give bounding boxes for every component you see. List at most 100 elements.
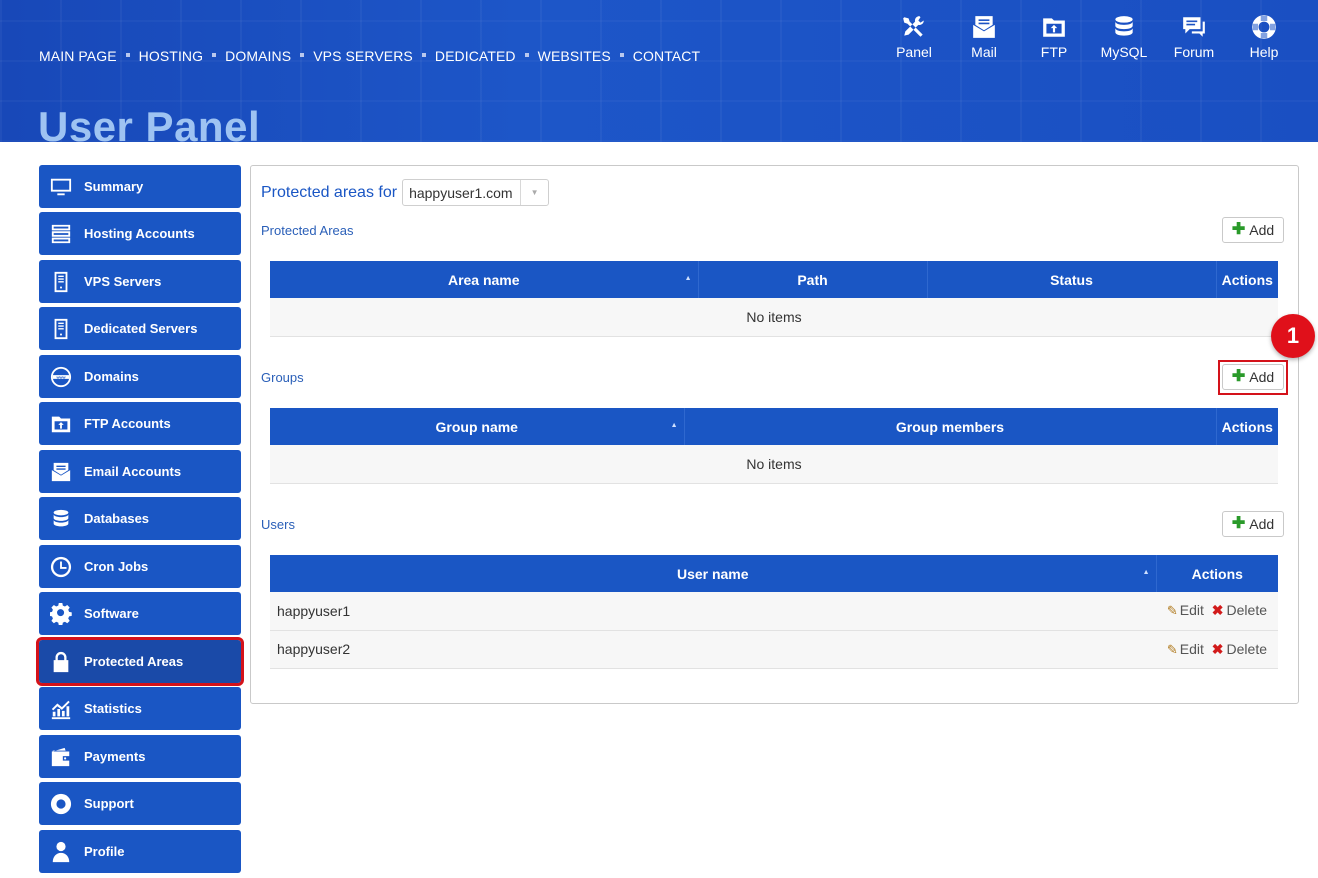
sidebar-item-profile[interactable]: Profile — [39, 830, 241, 873]
nav-hosting[interactable]: HOSTING — [139, 48, 203, 64]
sidebar-item-label: FTP Accounts — [84, 416, 171, 431]
nav-separator — [421, 53, 426, 57]
nav-websites[interactable]: WEBSITES — [538, 48, 611, 64]
sidebar-item-statistics[interactable]: Statistics — [39, 687, 241, 730]
quick-link-forum[interactable]: Forum — [1164, 14, 1224, 60]
domain-select-value: happyuser1.com — [409, 184, 513, 201]
sidebar-item-email-accounts[interactable]: Email Accounts — [39, 450, 241, 493]
sidebar-item-software[interactable]: Software — [39, 592, 241, 635]
delete-label: Delete — [1226, 602, 1267, 619]
nav-dedicated[interactable]: DEDICATED — [435, 48, 516, 64]
nav-contact[interactable]: CONTACT — [633, 48, 700, 64]
table-row: No items — [270, 298, 1278, 337]
page-title: User Panel — [38, 103, 261, 142]
lock-icon — [48, 649, 74, 675]
domain-select[interactable]: happyuser1.com ▼ — [402, 179, 550, 206]
table-row: happyuser2 ✎ Edit ✖ Delete — [270, 630, 1278, 669]
empty-message: No items — [270, 445, 1278, 484]
lifebuoy-icon — [1252, 15, 1276, 39]
add-area-button[interactable]: ✚ Add — [1222, 217, 1284, 243]
nav-separator — [212, 53, 217, 57]
column-header-group-name[interactable]: Group name ▲ — [270, 408, 685, 445]
highlight-box — [1218, 360, 1288, 395]
mail-icon — [973, 16, 995, 38]
quick-link-mysql[interactable]: MySQL — [1094, 14, 1154, 60]
chart-icon — [48, 696, 74, 722]
quick-link-ftp[interactable]: FTP — [1024, 14, 1084, 60]
sidebar-item-payments[interactable]: Payments — [39, 735, 241, 778]
sidebar-item-summary[interactable]: Summary — [39, 165, 241, 208]
column-header-user-name[interactable]: User name ▲ — [270, 555, 1157, 592]
sidebar-item-label: Support — [84, 796, 134, 811]
delete-link[interactable]: ✖ Delete — [1212, 602, 1267, 618]
column-header-status[interactable]: Status — [927, 261, 1217, 298]
add-user-button[interactable]: ✚ Add — [1222, 511, 1284, 537]
sidebar-item-label: Databases — [84, 511, 150, 526]
quick-link-label: Forum — [1173, 44, 1215, 60]
sidebar-item-cron-jobs[interactable]: Cron Jobs — [39, 545, 241, 588]
server-rack-icon — [48, 221, 74, 247]
sidebar-item-label: Email Accounts — [84, 464, 182, 479]
plus-icon: ✚ — [1231, 221, 1246, 238]
sidebar-item-label: Domains — [84, 369, 139, 384]
column-header-actions: Actions — [1216, 408, 1278, 445]
column-header-actions: Actions — [1216, 261, 1278, 298]
column-header-group-members[interactable]: Group members — [684, 408, 1217, 445]
sidebar-item-vps-servers[interactable]: VPS Servers — [39, 260, 241, 303]
user-name-cell: happyuser1 — [270, 592, 1156, 631]
nav-domains[interactable]: DOMAINS — [225, 48, 291, 64]
sidebar-item-label: VPS Servers — [84, 274, 162, 289]
sidebar-item-label: Hosting Accounts — [84, 226, 195, 241]
delete-link[interactable]: ✖ Delete — [1212, 641, 1267, 657]
sort-up-icon: ▲ — [684, 275, 692, 282]
edit-label: Edit — [1179, 602, 1204, 619]
table-header-row: Area name ▲ Path Status Actions — [270, 261, 1278, 298]
sidebar-item-support[interactable]: Support — [39, 782, 241, 825]
folder-icon — [1043, 18, 1065, 37]
groups-table: Group name ▲ Group members Actions No ite… — [270, 408, 1278, 484]
sort-up-icon: ▲ — [1142, 569, 1150, 576]
table-row: happyuser1 ✎ Edit ✖ Delete — [270, 592, 1278, 631]
domain-selector-row: Protected areas for happyuser1.com ▼ — [261, 179, 550, 206]
edit-label: Edit — [1179, 640, 1204, 657]
user-icon — [48, 839, 74, 865]
clock-icon — [48, 554, 74, 580]
sidebar-item-dedicated-servers[interactable]: Dedicated Servers — [39, 307, 241, 350]
top-nav: MAIN PAGE HOSTING DOMAINS VPS SERVERS DE… — [39, 48, 700, 64]
sidebar-item-label: Software — [84, 606, 139, 621]
gear-icon — [48, 601, 74, 627]
chevron-down-icon[interactable]: ▼ — [520, 180, 548, 205]
quick-link-help[interactable]: Help — [1234, 14, 1294, 60]
sidebar-item-label: Dedicated Servers — [84, 321, 198, 336]
edit-link[interactable]: ✎ Edit — [1167, 641, 1204, 657]
plus-icon: ✚ — [1231, 515, 1246, 532]
sidebar-item-databases[interactable]: Databases — [39, 497, 241, 540]
sidebar-item-label: Protected Areas — [84, 654, 184, 669]
actions-cell: ✎ Edit ✖ Delete — [1156, 630, 1278, 669]
sidebar-item-label: Profile — [84, 844, 125, 859]
nav-separator — [619, 53, 624, 57]
protected-areas-table: Area name ▲ Path Status Actions No items — [270, 261, 1278, 337]
main-panel: Protected areas for happyuser1.com ▼ Pro… — [250, 165, 1315, 704]
close-icon: ✖ — [1211, 640, 1224, 657]
quick-link-panel[interactable]: Panel — [884, 14, 944, 60]
sidebar-item-ftp-accounts[interactable]: FTP Accounts — [39, 402, 241, 445]
header: MAIN PAGE HOSTING DOMAINS VPS SERVERS DE… — [0, 0, 1318, 142]
sort-up-icon: ▲ — [670, 422, 678, 429]
edit-link[interactable]: ✎ Edit — [1167, 602, 1204, 618]
column-header-label: User name — [676, 565, 749, 582]
sidebar-item-protected-areas[interactable]: Protected Areas — [36, 637, 244, 686]
pencil-icon: ✎ — [1166, 641, 1178, 657]
sidebar-item-domains[interactable]: www Domains — [39, 355, 241, 398]
column-header-area-name[interactable]: Area name ▲ — [270, 261, 699, 298]
nav-vps-servers[interactable]: VPS SERVERS — [313, 48, 413, 64]
database-icon — [48, 506, 74, 532]
quick-link-label: Help — [1249, 44, 1279, 60]
server-icon — [48, 269, 74, 295]
sidebar-item-hosting-accounts[interactable]: Hosting Accounts — [39, 212, 241, 255]
column-header-path[interactable]: Path — [698, 261, 928, 298]
nav-separator — [125, 53, 130, 57]
quick-link-mail[interactable]: Mail — [954, 14, 1014, 60]
empty-message: No items — [270, 298, 1278, 337]
nav-main-page[interactable]: MAIN PAGE — [39, 48, 117, 64]
